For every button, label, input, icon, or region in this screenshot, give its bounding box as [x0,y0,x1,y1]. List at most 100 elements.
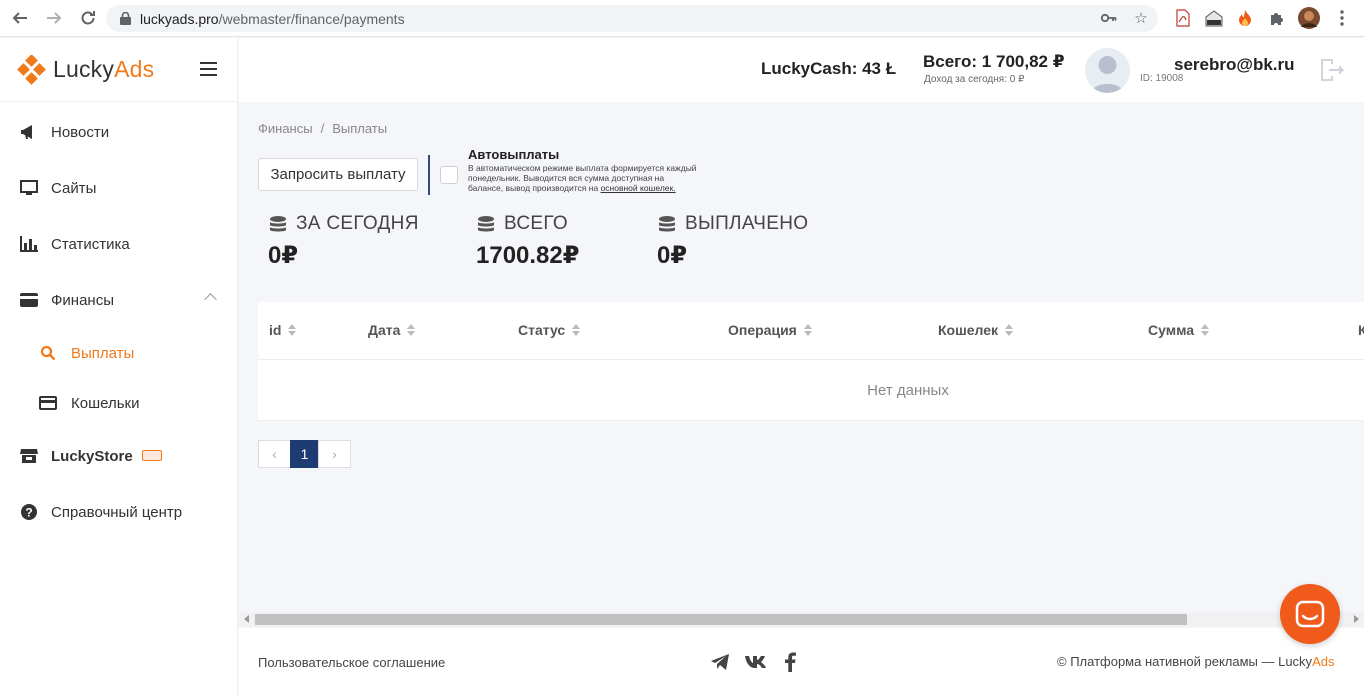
logo[interactable]: LuckyAds [0,38,237,102]
profile-avatar[interactable] [1298,7,1320,29]
address-bar[interactable]: luckyads.pro/webmaster/finance/payments … [106,5,1158,32]
logo-mark-icon [17,53,47,85]
coins-icon [476,215,496,235]
footer: Пользовательское соглашение © Платформа … [239,628,1364,696]
chat-icon [1295,600,1325,628]
column-operation[interactable]: Операция [728,322,812,338]
sort-icon [1201,324,1210,336]
sidebar-item-sites[interactable]: Сайты [0,168,238,208]
stat-value: 1700.82₽ [476,242,580,269]
breadcrumb-separator: / [320,121,325,136]
prev-page-button[interactable]: ‹ [258,440,291,468]
pagination: ‹ 1 › [258,440,351,468]
column-id[interactable]: id [269,322,297,338]
url-text: luckyads.pro/webmaster/finance/payments [140,10,405,27]
forward-icon[interactable] [42,6,66,30]
sidebar-item-finance[interactable]: Финансы [0,280,238,320]
payments-table: id Дата Статус Операция Кошелек Сумма К … [258,302,1364,421]
sidebar-item-label: Выплаты [71,344,135,362]
megaphone-icon [20,123,38,141]
chat-widget-button[interactable] [1280,584,1340,644]
breadcrumb-finance[interactable]: Финансы [258,121,313,136]
column-status[interactable]: Статус [518,322,581,338]
browser-toolbar: luckyads.pro/webmaster/finance/payments … [0,0,1364,37]
column-wallet[interactable]: Кошелек [938,322,1014,338]
sidebar-item-label: Статистика [51,235,130,253]
column-amount[interactable]: Сумма [1148,322,1210,338]
sidebar-item-payouts[interactable]: Выплаты [0,333,238,373]
fire-extension-icon[interactable] [1234,7,1256,29]
main-wallet-link[interactable]: основной кошелек. [601,183,676,193]
sort-icon [288,324,297,336]
menu-dots-icon[interactable] [1331,7,1353,29]
key-icon[interactable] [1100,9,1118,27]
scroll-right-icon[interactable] [1354,615,1359,623]
breadcrumb: Финансы / Выплаты [258,121,387,136]
coins-icon [657,215,677,235]
request-payout-button[interactable]: Запросить выплату [258,158,418,191]
search-icon [39,344,57,362]
reload-icon[interactable] [76,6,100,30]
autopay-description: В автоматическом режиме выплата формируе… [468,163,697,193]
credit-card-icon [39,394,57,412]
sidebar-item-help-center[interactable]: ? Справочный центр [0,492,238,532]
store-icon [20,447,38,465]
bar-chart-icon [20,235,38,253]
sort-icon [803,324,812,336]
autopay-title: Автовыплаты [468,147,560,162]
lock-icon [118,12,132,26]
horizontal-scrollbar[interactable] [239,612,1364,627]
sort-icon [572,324,581,336]
terms-link[interactable]: Пользовательское соглашение [258,655,445,670]
svg-text:?: ? [25,506,32,520]
top-header: LuckyCash: 43 Ł Всего: 1 700,82 ₽ Доход … [239,38,1364,102]
luckycash-balance: LuckyCash: 43 Ł [761,59,897,78]
scroll-left-icon[interactable] [244,615,249,623]
sidebar-item-label: Кошельки [71,394,140,412]
stat-label: ВЫПЛАЧЕНО [685,213,809,234]
hamburger-menu-icon[interactable] [200,62,217,76]
chevron-up-icon[interactable] [204,293,217,306]
puzzle-icon[interactable] [1266,7,1288,29]
sidebar-item-luckystore[interactable]: LuckyStore [0,436,238,476]
user-email[interactable]: serebro@bk.ru [1174,55,1295,75]
wallet-icon [20,291,38,309]
sidebar-item-label: Новости [51,123,110,141]
copyright: © Платформа нативной рекламы — LuckyAds [1057,654,1335,669]
stat-label: ВСЕГО [504,213,568,234]
table-header: id Дата Статус Операция Кошелек Сумма К [258,302,1364,360]
star-icon[interactable]: ☆ [1132,9,1150,27]
sort-icon [1005,324,1014,336]
sidebar-item-wallets[interactable]: Кошельки [0,383,238,423]
column-date[interactable]: Дата [368,322,416,338]
sidebar-item-statistics[interactable]: Статистика [0,224,238,264]
logout-icon[interactable] [1319,57,1345,83]
facebook-icon[interactable] [779,651,801,673]
today-income: Доход за сегодня: 0 ₽ [924,74,1025,85]
news-extension-icon[interactable] [1203,7,1225,29]
coins-icon [268,215,288,235]
page-1-button[interactable]: 1 [290,440,319,468]
sidebar-item-news[interactable]: Новости [0,112,238,152]
telegram-icon[interactable] [709,651,731,673]
sidebar: LuckyAds Новости Сайты Статистика Финанс… [0,38,238,696]
back-icon[interactable] [8,6,32,30]
sidebar-item-label: Справочный центр [51,503,183,521]
new-badge-icon [142,450,162,461]
column-cut-off[interactable]: К [1358,322,1364,338]
help-icon: ? [20,503,38,521]
user-avatar[interactable] [1085,48,1130,93]
sort-icon [407,324,416,336]
autopay-checkbox[interactable] [440,166,458,184]
stat-value: 0₽ [657,242,688,269]
scrollbar-thumb[interactable] [255,614,1187,625]
sidebar-item-label: Сайты [51,179,97,197]
sidebar-item-label: Финансы [51,291,114,309]
pdf-extension-icon[interactable] [1172,7,1194,29]
next-page-button[interactable]: › [318,440,351,468]
empty-state: Нет данных [867,382,949,399]
logo-text: LuckyAds [53,56,155,82]
vk-icon[interactable] [744,651,766,673]
divider [428,155,430,195]
user-id: ID: 19008 [1140,73,1184,84]
